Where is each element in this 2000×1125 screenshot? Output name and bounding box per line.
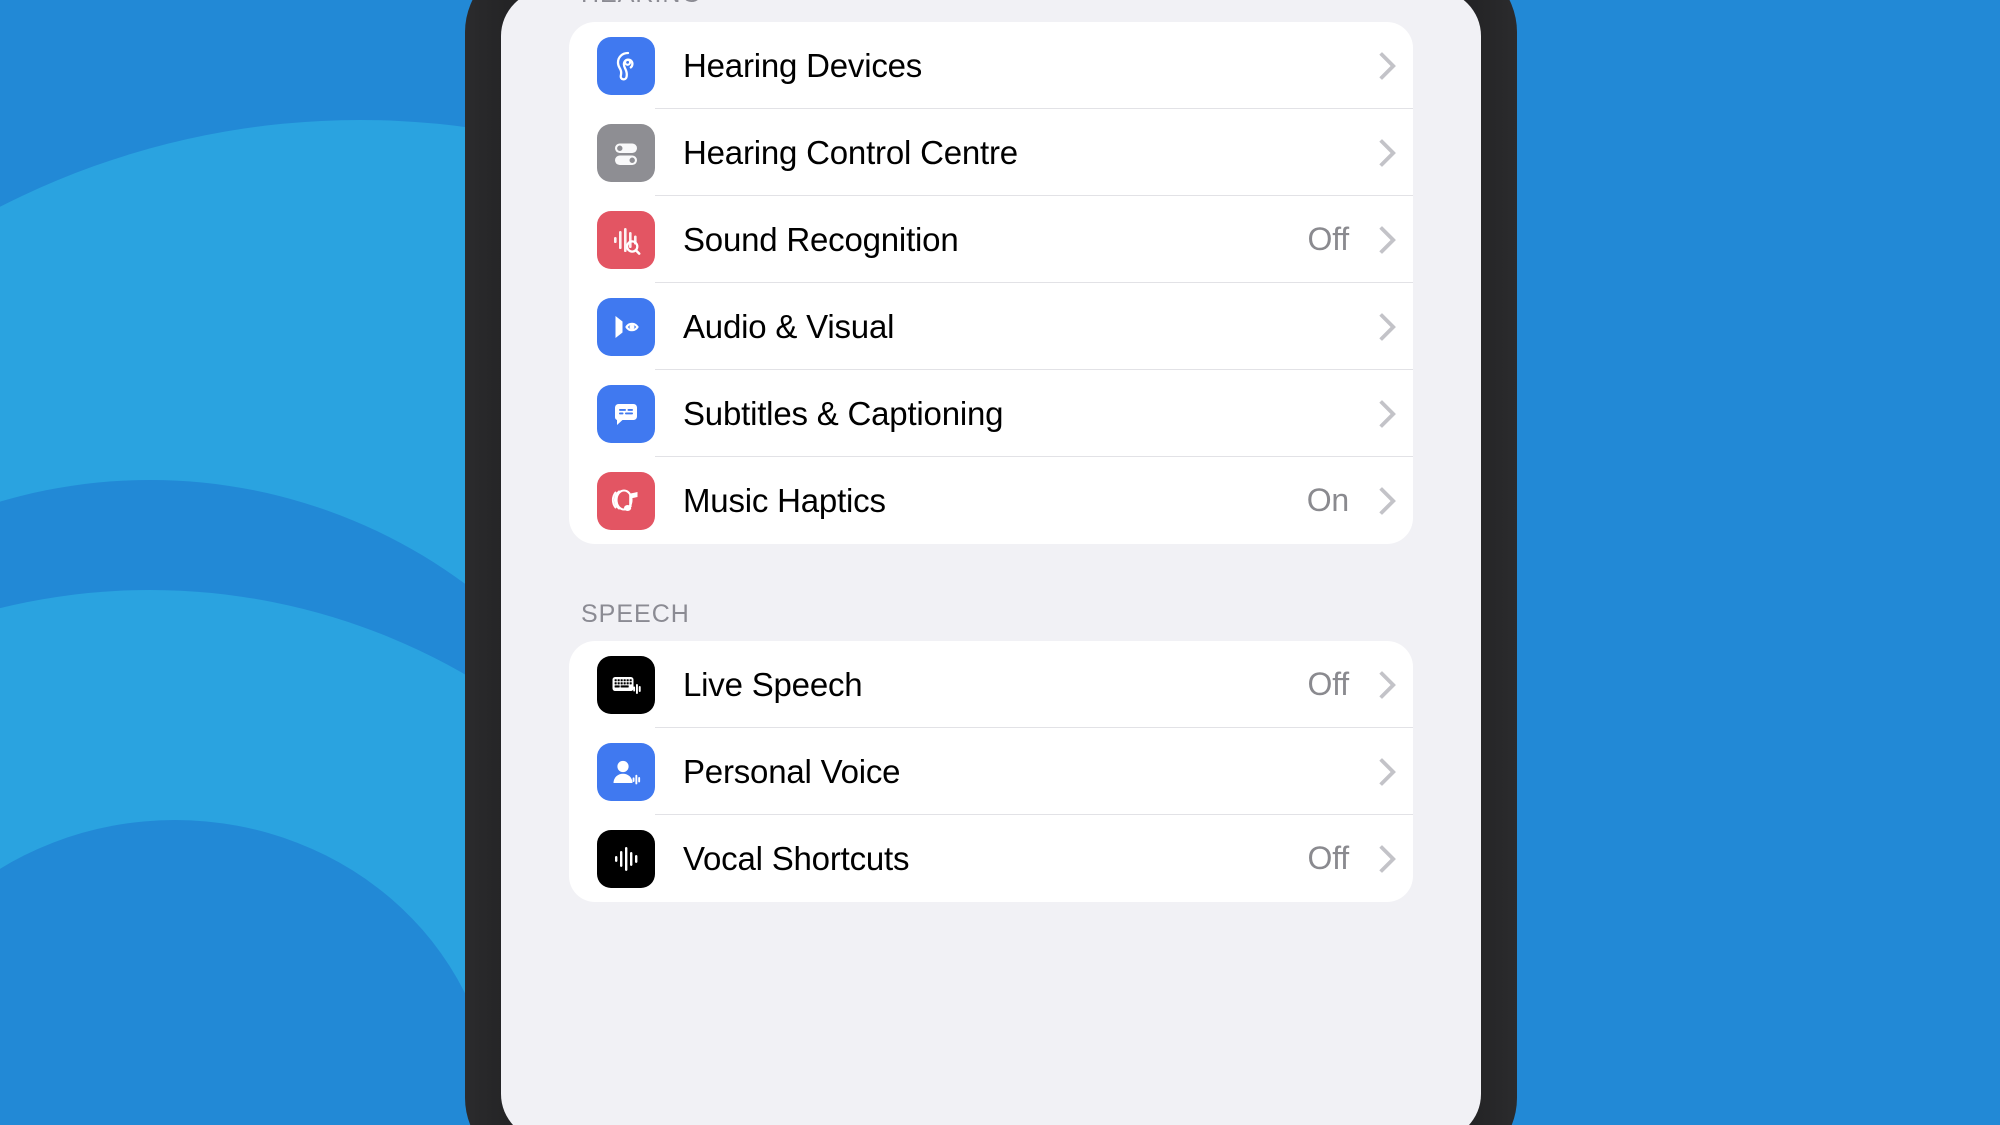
chevron-right-icon	[1371, 671, 1387, 699]
settings-row-hearing-devices[interactable]: Hearing Devices	[569, 22, 1413, 109]
settings-row-label: Subtitles & Captioning	[683, 394, 1004, 432]
chevron-right-icon	[1371, 52, 1387, 80]
settings-row-label: Live Speech	[683, 665, 863, 703]
chevron-right-icon	[1371, 400, 1387, 428]
settings-row-subtitles-captioning[interactable]: Subtitles & Captioning	[569, 370, 1413, 457]
subtitles-captioning-icon	[597, 384, 655, 443]
screenshot-stage: HEARING Hearing Devices	[0, 0, 2000, 1125]
live-speech-icon	[597, 655, 655, 714]
settings-row-label: Audio & Visual	[683, 307, 895, 345]
chevron-right-icon	[1371, 313, 1387, 341]
settings-row-value: Off	[1307, 840, 1350, 876]
settings-row-label: Vocal Shortcuts	[683, 839, 910, 877]
accessibility-settings-list[interactable]: HEARING Hearing Devices	[501, 0, 1481, 1125]
settings-row-label: Hearing Devices	[683, 46, 923, 84]
settings-row-label: Hearing Control Centre	[683, 133, 1018, 171]
hearing-control-centre-icon	[597, 123, 655, 182]
settings-row-live-speech[interactable]: Live Speech Off	[569, 641, 1413, 728]
chevron-right-icon	[1371, 758, 1387, 786]
settings-row-hearing-control-centre[interactable]: Hearing Control Centre	[569, 109, 1413, 196]
settings-row-audio-visual[interactable]: Audio & Visual	[569, 283, 1413, 370]
chevron-right-icon	[1371, 845, 1387, 873]
settings-row-value: Off	[1307, 666, 1350, 702]
settings-row-label: Music Haptics	[683, 481, 886, 519]
music-haptics-icon	[597, 471, 655, 530]
speech-section-card: Live Speech Off Personal Voice Vocal Sho…	[569, 641, 1413, 902]
chevron-right-icon	[1371, 139, 1387, 167]
audio-visual-icon	[597, 297, 655, 356]
settings-row-label: Sound Recognition	[683, 220, 959, 258]
chevron-right-icon	[1371, 226, 1387, 254]
phone-screen: HEARING Hearing Devices	[501, 0, 1481, 1125]
settings-row-personal-voice[interactable]: Personal Voice	[569, 728, 1413, 815]
hearing-section-card: Hearing Devices Hearing Control Centre S…	[569, 22, 1413, 544]
sound-recognition-icon	[597, 210, 655, 269]
chevron-right-icon	[1371, 487, 1387, 515]
settings-row-value: Off	[1307, 221, 1350, 257]
section-header-hearing: HEARING	[501, 0, 1481, 22]
settings-row-music-haptics[interactable]: Music Haptics On	[569, 457, 1413, 544]
phone-mockup: HEARING Hearing Devices	[465, 0, 1517, 1125]
settings-row-sound-recognition[interactable]: Sound Recognition Off	[569, 196, 1413, 283]
hearing-devices-icon	[597, 36, 655, 95]
settings-row-label: Personal Voice	[683, 752, 901, 790]
personal-voice-icon	[597, 742, 655, 801]
section-header-speech: SPEECH	[581, 600, 690, 628]
settings-row-vocal-shortcuts[interactable]: Vocal Shortcuts Off	[569, 815, 1413, 902]
vocal-shortcuts-icon	[597, 829, 655, 888]
settings-row-value: On	[1306, 482, 1349, 518]
